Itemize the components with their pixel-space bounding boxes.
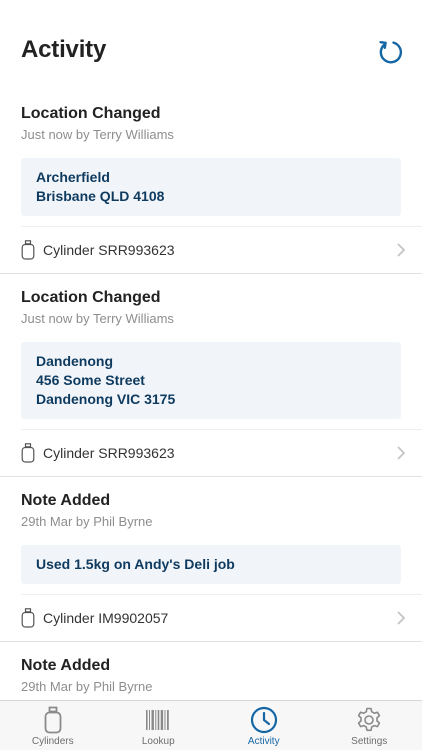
cylinder-link-label: Cylinder SRR993623 — [43, 445, 175, 461]
tab-cylinders[interactable]: Cylinders — [0, 701, 106, 750]
activity-title: Note Added — [21, 492, 111, 509]
cylinder-icon — [44, 706, 62, 734]
cylinder-link[interactable]: Cylinder SRR993623 — [21, 226, 422, 273]
detail-line: Brisbane QLD 4108 — [36, 188, 165, 204]
activity-card: Location Changed Just now by Terry Willi… — [0, 90, 422, 274]
tab-label: Settings — [351, 736, 388, 747]
activity-card: Note Added 29th Mar by Phil Byrne Used 1… — [0, 477, 422, 642]
gear-icon — [358, 707, 381, 732]
chevron-right-icon — [397, 243, 405, 257]
tab-settings[interactable]: Settings — [317, 701, 422, 750]
activity-title: Location Changed — [21, 105, 161, 122]
cylinder-link-label: Cylinder SRR993623 — [43, 242, 175, 258]
refresh-icon[interactable] — [376, 38, 404, 66]
chevron-right-icon — [397, 446, 405, 460]
cylinder-link[interactable]: Cylinder SRR993623 — [21, 429, 422, 476]
activity-card: Location Changed Just now by Terry Willi… — [0, 274, 422, 477]
detail-line: Used 1.5kg on Andy's Deli job — [36, 556, 235, 572]
activity-subtitle: Just now by Terry Williams — [21, 127, 174, 142]
header: Activity — [0, 0, 422, 90]
tab-label: Activity — [247, 736, 280, 747]
activity-title: Location Changed — [21, 289, 161, 306]
activity-feed[interactable]: Location Changed Just now by Terry Willi… — [0, 90, 422, 700]
barcode-icon — [146, 710, 170, 730]
tab-label: Cylinders — [31, 736, 74, 747]
tab-bar: Cylinders Lookup Activity Settings — [0, 700, 422, 750]
chevron-right-icon — [397, 611, 405, 625]
activity-card: Note Added 29th Mar by Phil Byrne — [0, 642, 422, 700]
detail-line: 456 Some Street — [36, 372, 145, 388]
tab-lookup[interactable]: Lookup — [106, 701, 212, 750]
tab-label: Lookup — [141, 736, 175, 747]
activity-title: Note Added — [21, 657, 111, 674]
cylinder-link[interactable]: Cylinder IM9902057 — [21, 594, 422, 641]
detail-line: Dandenong VIC 3175 — [36, 391, 176, 407]
tab-activity[interactable]: Activity — [211, 701, 317, 750]
activity-detail: Archerfield Brisbane QLD 4108 — [21, 158, 401, 216]
cylinder-icon — [21, 240, 35, 260]
cylinder-icon — [21, 443, 35, 463]
detail-line: Archerfield — [36, 169, 110, 185]
activity-subtitle: 29th Mar by Phil Byrne — [21, 514, 153, 529]
page-title: Activity — [21, 36, 107, 63]
clock-icon — [250, 706, 277, 734]
cylinder-icon — [21, 608, 35, 628]
detail-line: Dandenong — [36, 353, 113, 369]
activity-subtitle: 29th Mar by Phil Byrne — [21, 679, 153, 694]
activity-detail: Used 1.5kg on Andy's Deli job — [21, 545, 401, 584]
cylinder-link-label: Cylinder IM9902057 — [43, 610, 169, 626]
activity-subtitle: Just now by Terry Williams — [21, 311, 174, 326]
activity-detail: Dandenong 456 Some Street Dandenong VIC … — [21, 342, 401, 419]
